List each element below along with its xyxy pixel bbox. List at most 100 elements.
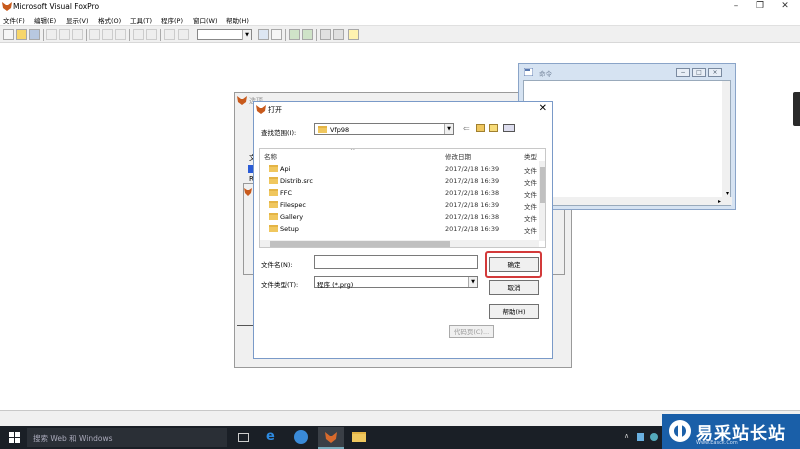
print-icon[interactable] (46, 29, 57, 40)
chevron-down-icon: ▼ (468, 277, 477, 287)
command-window-icon[interactable] (271, 29, 282, 40)
watermark-subtext: Www.Easck.Com (696, 440, 738, 446)
copy-icon[interactable] (102, 29, 113, 40)
file-row[interactable]: Filespec 2017/2/18 16:39 文件 (260, 199, 545, 211)
filename-input[interactable] (314, 255, 478, 269)
menu-tools[interactable]: 工具(T) (130, 15, 152, 25)
close-button[interactable]: ✕ (775, 1, 795, 12)
open-dialog: 打开 ✕ 查找范围(I): Vfp98 ▼ ⇐ 名称 ^ 修改日期 类型 Api… (253, 101, 553, 359)
tray-icon[interactable] (637, 433, 644, 441)
menu-window[interactable]: 窗口(W) (193, 15, 218, 25)
file-row[interactable]: Api 2017/2/18 16:39 文件 (260, 163, 545, 175)
filetype-select[interactable]: 程序 (*.prg) ▼ (314, 276, 478, 289)
open-folder-icon[interactable] (16, 29, 27, 40)
autoreport-icon[interactable] (333, 29, 344, 40)
undo-icon[interactable] (133, 29, 144, 40)
file-row[interactable]: Distrib.src 2017/2/18 16:39 文件 (260, 175, 545, 187)
help-button[interactable]: 帮助(H) (489, 304, 539, 319)
save-icon[interactable] (29, 29, 40, 40)
report-designer-icon[interactable] (302, 29, 313, 40)
cancel-button[interactable]: 取消 (489, 280, 539, 295)
paste-icon[interactable] (115, 29, 126, 40)
security-tray-icon[interactable] (650, 433, 658, 441)
up-folder-icon[interactable] (476, 124, 485, 132)
file-row[interactable]: Setup 2017/2/18 16:39 文件 (260, 223, 545, 235)
lookin-select[interactable]: Vfp98 ▼ (314, 123, 454, 135)
scroll-right-icon[interactable]: ▸ (718, 198, 721, 205)
print-preview-icon[interactable] (59, 29, 70, 40)
run-icon[interactable] (164, 29, 175, 40)
watermark-logo: 易采站长站 Www.Easck.Com (662, 414, 800, 449)
search-box[interactable]: 搜索 Web 和 Windows (27, 428, 227, 447)
scroll-thumb[interactable] (270, 241, 450, 247)
view-menu-icon[interactable] (503, 124, 515, 132)
command-input-area[interactable]: ▸ ▾ (523, 80, 732, 206)
menu-file[interactable]: 文件(F) (3, 15, 25, 25)
help-icon[interactable] (348, 29, 359, 40)
database-icon[interactable] (258, 29, 269, 40)
side-panel-tab[interactable] (793, 92, 800, 126)
file-row[interactable]: Gallery 2017/2/18 16:38 文件 (260, 211, 545, 223)
foxpro-taskbar-button[interactable] (318, 427, 344, 449)
sort-indicator-icon: ^ (350, 148, 356, 155)
filetype-label: 文件类型(T): (261, 281, 299, 289)
scroll-down-icon[interactable]: ▾ (726, 190, 729, 197)
new-file-icon[interactable] (3, 29, 14, 40)
close-icon[interactable]: × (708, 68, 722, 77)
folder-icon (269, 165, 278, 172)
horizontal-scrollbar[interactable] (260, 240, 539, 247)
back-icon[interactable]: ⇐ (463, 124, 470, 133)
menu-help[interactable]: 帮助(H) (226, 15, 249, 25)
menu-program[interactable]: 程序(P) (161, 15, 183, 25)
column-header-name[interactable]: 名称 (264, 151, 277, 161)
foxpro-logo-icon (325, 432, 337, 443)
minimize-icon[interactable]: − (676, 68, 690, 77)
redo-icon[interactable] (146, 29, 157, 40)
vertical-scrollbar[interactable] (722, 81, 730, 197)
modify-form-icon[interactable] (178, 29, 189, 40)
maximize-icon[interactable]: □ (692, 68, 706, 77)
foxpro-logo-icon (2, 2, 12, 11)
form-designer-icon[interactable] (289, 29, 300, 40)
autoform-icon[interactable] (320, 29, 331, 40)
column-header-type[interactable]: 类型 (524, 151, 537, 161)
command-window-title: 命令 (539, 70, 552, 78)
windows-start-icon[interactable] (9, 432, 20, 443)
codepage-button[interactable]: 代码页(C)... (449, 325, 494, 338)
foxpro-logo-icon (237, 96, 247, 105)
foxpro-logo-icon (256, 105, 266, 114)
new-folder-icon[interactable] (489, 124, 498, 132)
minimize-button[interactable]: – (726, 1, 746, 12)
menu-edit[interactable]: 编辑(E) (34, 15, 56, 25)
cut-icon[interactable] (89, 29, 100, 40)
dialog-title: 打开 (268, 106, 282, 114)
menu-format[interactable]: 格式(O) (98, 15, 121, 25)
vertical-scrollbar[interactable] (539, 161, 545, 241)
menu-view[interactable]: 显示(V) (66, 15, 89, 25)
file-explorer-icon[interactable] (352, 432, 366, 442)
search-placeholder: 搜索 Web 和 Windows (33, 434, 113, 443)
file-row[interactable]: FFC 2017/2/18 16:38 文件 (260, 187, 545, 199)
file-list[interactable]: 名称 ^ 修改日期 类型 Api 2017/2/18 16:39 文件 Dist… (259, 148, 546, 248)
toolbar: ▼ (0, 25, 800, 43)
column-header-date[interactable]: 修改日期 (445, 151, 471, 161)
horizontal-scrollbar[interactable] (524, 197, 732, 205)
dialog-close-button[interactable]: ✕ (539, 103, 547, 114)
highlight-box (485, 251, 542, 278)
scroll-thumb[interactable] (540, 167, 545, 203)
app-icon[interactable] (294, 430, 308, 444)
command-window-icon (524, 68, 533, 76)
menu-bar: 文件(F) 编辑(E) 显示(V) 格式(O) 工具(T) 程序(P) 窗口(W… (0, 13, 800, 25)
task-view-icon[interactable] (238, 433, 249, 442)
toolbar-combo[interactable]: ▼ (197, 29, 252, 40)
lookin-label: 查找范围(I): (261, 129, 297, 137)
lookin-value: Vfp98 (330, 126, 350, 134)
edge-browser-icon[interactable]: e (266, 429, 275, 444)
spell-check-icon[interactable] (72, 29, 83, 40)
app-title-bar: Microsoft Visual FoxPro – ❐ ✕ (0, 0, 800, 13)
chevron-down-icon: ▼ (444, 124, 453, 134)
site-logo-icon (669, 420, 691, 442)
chevron-up-icon[interactable]: ∧ (624, 432, 629, 440)
filename-label: 文件名(N): (261, 261, 293, 269)
maximize-button[interactable]: ❐ (750, 1, 770, 12)
